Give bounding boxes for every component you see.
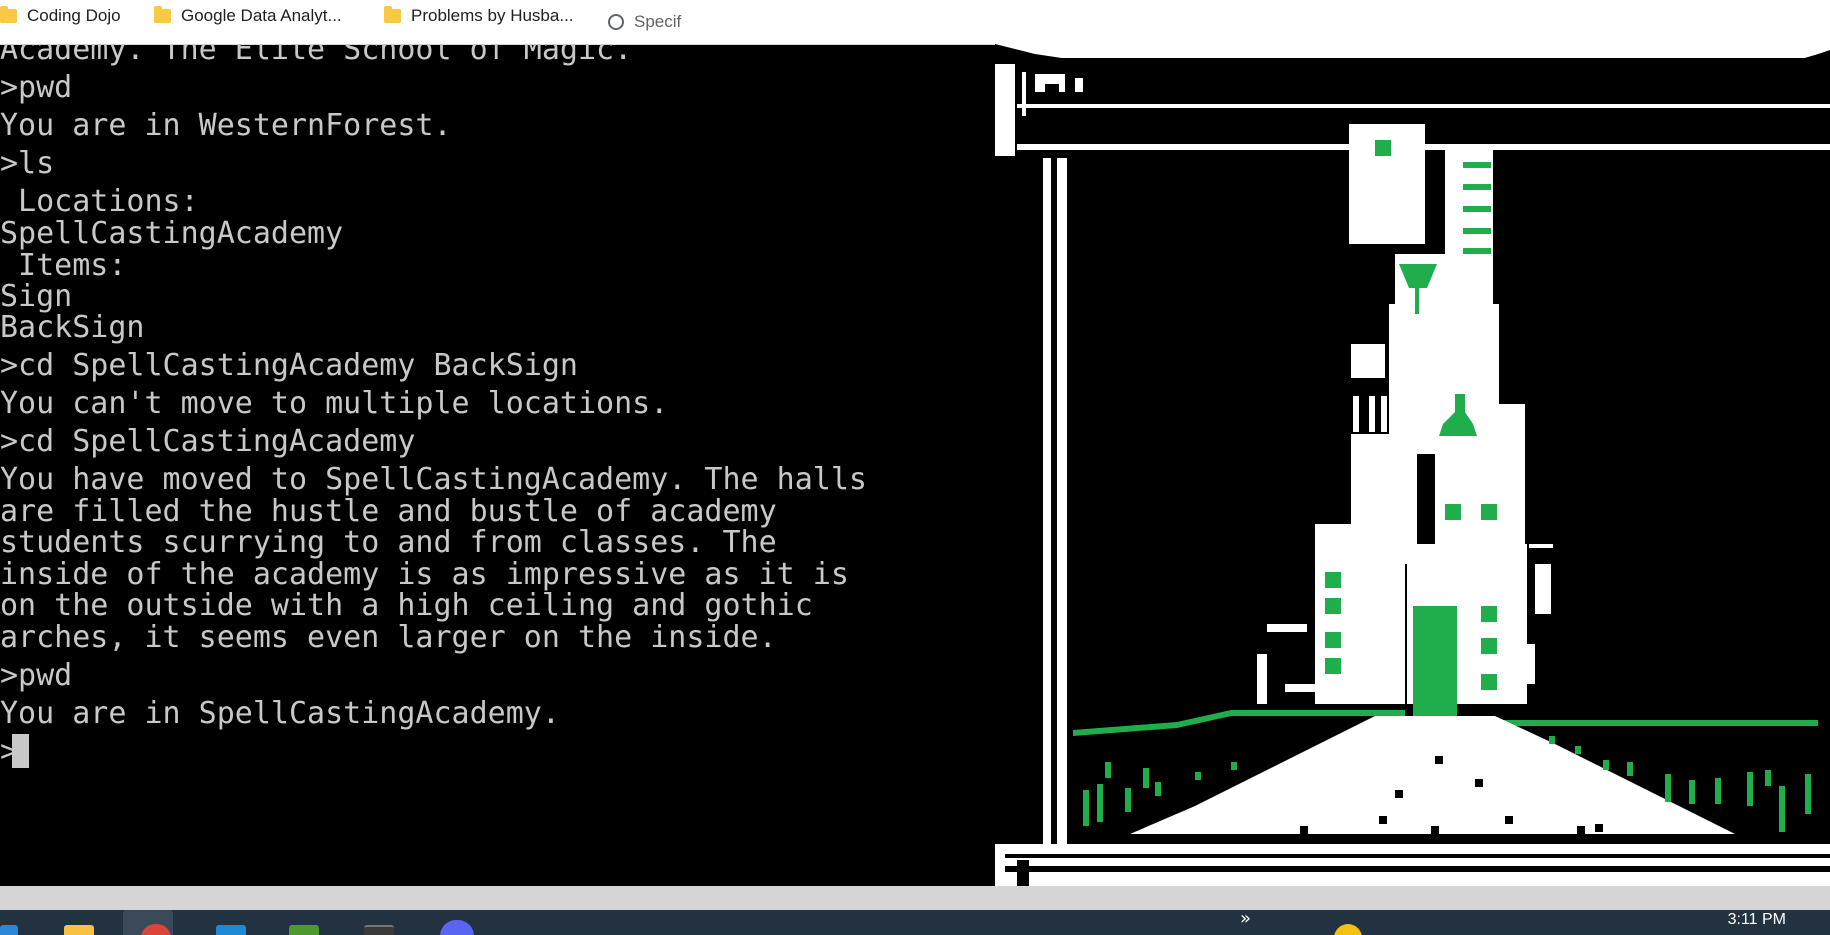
terminal-command-line: >pwd — [0, 70, 73, 105]
chrome-icon[interactable] — [123, 910, 173, 935]
globe-icon — [608, 14, 624, 30]
windows-taskbar: » 3:11 PM — [0, 910, 1830, 935]
bookmark-problems[interactable]: Problems by Husba... — [384, 4, 574, 28]
terminal-output-line: BackSign — [0, 310, 145, 345]
bookmark-coding-dojo[interactable]: Coding Dojo — [0, 4, 121, 28]
bookmark-label: Problems by Husba... — [411, 6, 574, 25]
terminal-command-line: >ls — [0, 146, 55, 181]
terminal-output[interactable]: Academy. The Elite School of Magic. >pwd Y… — [0, 44, 995, 886]
bookmark-google-data-analytics[interactable]: Google Data Analyt... — [154, 4, 342, 28]
folder-icon — [384, 6, 401, 23]
bookmark-specif[interactable]: Specif — [608, 10, 681, 34]
bookmarks-bar: Coding Dojo Google Data Analyt... Proble… — [0, 0, 1830, 45]
terminal-output-line: arches, it seems even larger on the insi… — [0, 620, 777, 655]
clock-time[interactable]: 3:11 PM — [1728, 911, 1786, 929]
bookmark-label: Specif — [634, 12, 682, 31]
bookmark-label: Coding Dojo — [27, 6, 121, 25]
terminal-command-line: >cd SpellCastingAcademy — [0, 424, 416, 459]
terminal-output-line: You are in SpellCastingAcademy. — [0, 696, 560, 731]
file-explorer-icon[interactable] — [64, 925, 94, 935]
folder-icon — [154, 6, 171, 23]
terminal-icon[interactable] — [364, 925, 394, 935]
start-icon[interactable] — [0, 925, 18, 935]
chevron-right-icon[interactable]: » — [1240, 910, 1251, 929]
folder-icon — [0, 6, 17, 23]
terminal-output-line: You can't move to multiple locations. — [0, 386, 669, 421]
terminal-command-line: >pwd — [0, 658, 73, 693]
horizontal-scrollbar[interactable] — [0, 886, 1830, 910]
bookmark-label: Google Data Analyt... — [181, 6, 342, 25]
discord-icon[interactable] — [440, 920, 474, 935]
terminal-output-line: You are in WesternForest. — [0, 108, 452, 143]
vscode-icon[interactable] — [216, 925, 246, 935]
ascii-art-panel — [995, 44, 1830, 886]
notification-icon[interactable] — [1334, 924, 1362, 935]
terminal-cursor — [12, 734, 29, 768]
terminal-output-line: Academy. The Elite School of Magic. — [0, 44, 633, 67]
terminal-command-line: >cd SpellCastingAcademy BackSign — [0, 348, 578, 383]
app-icon[interactable] — [289, 925, 319, 935]
academy-tower-illustration — [995, 44, 1830, 886]
